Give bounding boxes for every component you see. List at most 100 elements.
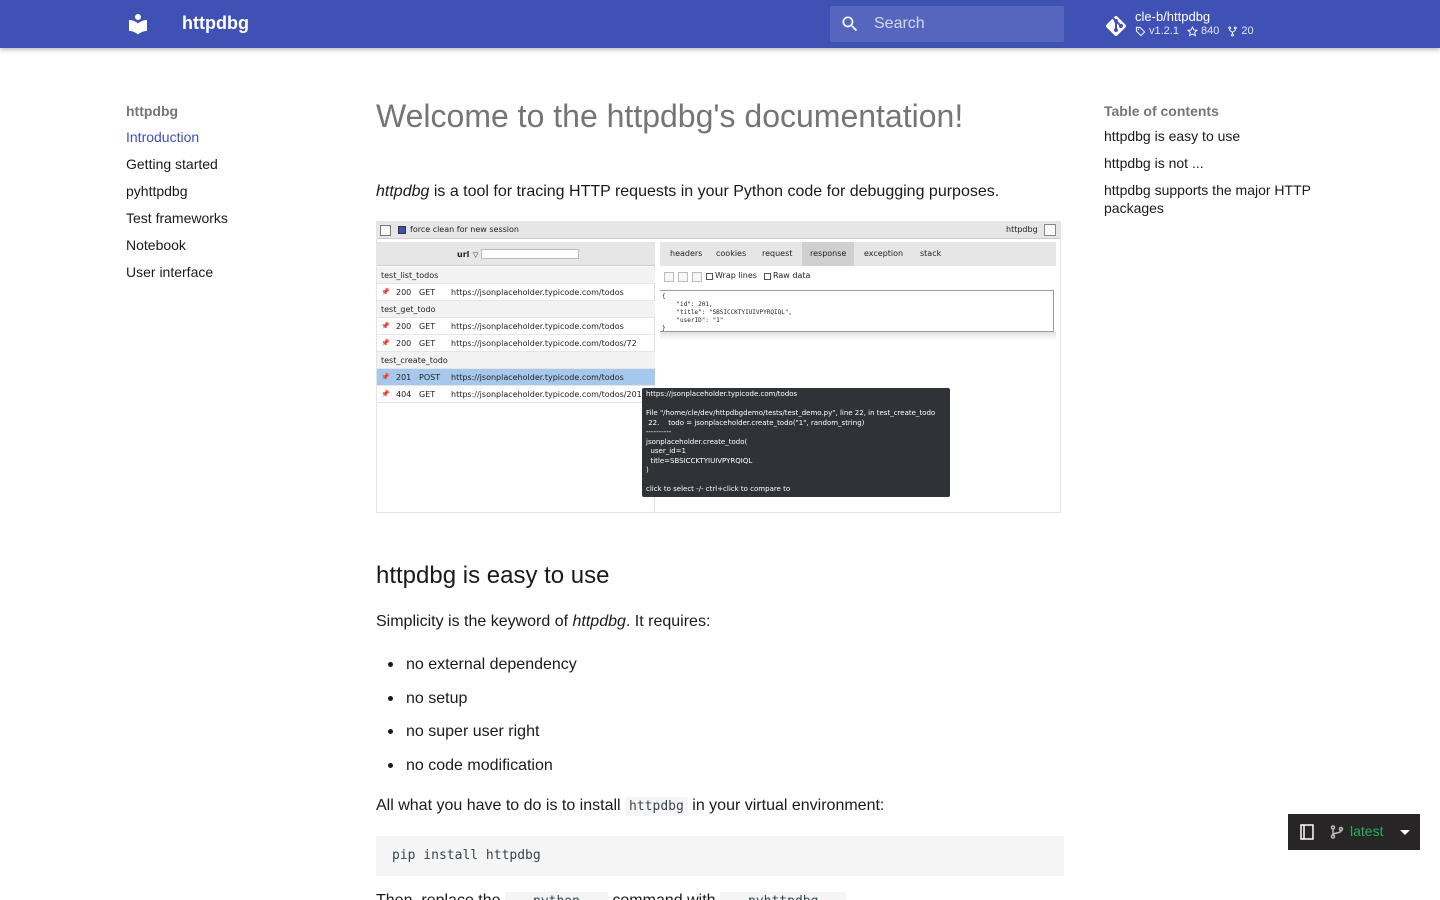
shot-topbar: force clean for new session httpdbg [377, 222, 1060, 239]
toc-item-easy-to-use[interactable]: httpdbg is easy to use [1104, 127, 1334, 145]
shot-tab-stack: stack [920, 249, 942, 258]
pin-icon: 📌 [381, 322, 390, 330]
shot-tab-request: request [762, 249, 793, 258]
section-heading-easy-to-use: httpdbg is easy to use [376, 562, 610, 589]
p2-post: in your virtual environment: [687, 797, 885, 814]
repo-stars-count: 840 [1200, 25, 1220, 37]
toc-item-is-not[interactable]: httpdbg is not ... [1104, 154, 1334, 172]
book-logo-icon[interactable] [126, 12, 150, 36]
caret-down-icon [1400, 830, 1410, 835]
httpdbg-ui-screenshot: force clean for new session httpdbg url … [376, 221, 1061, 513]
raw-data-label: Raw data [773, 271, 811, 280]
table-of-contents: Table of contents httpdbg is easy to use… [1104, 100, 1334, 226]
install-paragraph: All what you have to do is to install ht… [376, 797, 885, 816]
site-title[interactable]: httpdbg [182, 13, 249, 34]
group-name: test_create_todo [381, 356, 448, 365]
shot-detail-toolbar: Wrap lines Raw data [660, 267, 1056, 289]
request-url: https://jsonplaceholder.typicode.com/tod… [451, 339, 637, 348]
pin-icon: 📌 [381, 373, 390, 381]
intro-paragraph: httpdbg is a tool for tracing HTTP reque… [376, 183, 999, 201]
request-row: 📌 200 GET https://jsonplaceholder.typico… [377, 335, 655, 352]
intro-text: is a tool for tracing HTTP requests in y… [429, 183, 1000, 200]
repo-source-link[interactable]: cle-b/httpdbg v1.2.1 840 20 [1104, 8, 1304, 42]
request-status: 200 [396, 339, 412, 348]
shot-app-label: httpdbg [1006, 225, 1038, 234]
settings-icon [1044, 224, 1056, 236]
request-method: GET [419, 288, 436, 297]
simplicity-paragraph: Simplicity is the keyword of httpdbg. It… [376, 613, 710, 631]
pin-icon: 📌 [381, 339, 390, 347]
p3-pre: Then, replace the [376, 892, 505, 900]
url-column-label: url [457, 250, 470, 259]
request-method: GET [419, 390, 436, 399]
repo-stars: 840 [1186, 25, 1220, 37]
raw-data-checkbox [764, 273, 771, 280]
toc-item-supports-packages[interactable]: httpdbg supports the major HTTP packages [1104, 181, 1334, 217]
pin-icon: 📌 [381, 288, 390, 296]
search-icon [842, 16, 858, 32]
repo-name: cle-b/httpdbg [1135, 9, 1211, 24]
toc-title: Table of contents [1104, 103, 1219, 119]
shot-tab-response: response [802, 242, 855, 266]
request-status: 404 [396, 390, 412, 399]
request-row: 📌 200 GET https://jsonplaceholder.typico… [377, 318, 655, 335]
request-row: 📌 404 GET https://jsonplaceholder.typico… [377, 386, 655, 403]
fork-icon [1228, 25, 1237, 37]
trash-icon [380, 225, 391, 236]
request-row-selected: 📌 201 POST https://jsonplaceholder.typic… [377, 369, 655, 386]
top-header: httpdbg cle-b/httpdbg v1.2.1 840 20 [0, 0, 1440, 48]
nav-item-pyhttpdbg[interactable]: pyhttpdbg [126, 181, 346, 208]
nav-item-test-frameworks[interactable]: Test frameworks [126, 208, 346, 235]
inline-code: pyhttpdbg [719, 892, 847, 900]
detail-pane-shadow [660, 332, 1056, 340]
nav-item-notebook[interactable]: Notebook [126, 235, 346, 262]
git-icon [1106, 16, 1126, 36]
p1-em: httpdbg [572, 613, 626, 630]
repo-version: v1.2.1 [1135, 25, 1179, 37]
page-title: Welcome to the httpdbg's documentation! [376, 98, 964, 134]
list-item: no super user right [388, 723, 577, 757]
request-row: 📌 200 GET https://jsonplaceholder.typico… [377, 284, 655, 301]
search-input[interactable] [874, 6, 1060, 42]
copy-icon [692, 272, 702, 282]
group-row: test_get_todo [377, 301, 655, 318]
shot-detail-tabs: headers cookies request response excepti… [660, 242, 1056, 266]
shot-list-header: url ▽ [377, 242, 655, 266]
url-filter-box [481, 249, 579, 259]
git-branch-icon [1330, 825, 1344, 839]
version-flyout-badge[interactable]: latest [1288, 814, 1420, 850]
stack-tooltip: https://jsonplaceholder.typicode.com/tod… [642, 388, 950, 497]
p2-pre: All what you have to do is to install [376, 797, 626, 814]
checkbox-checked-icon [398, 226, 406, 234]
requirements-list: no external dependency no setup no super… [388, 656, 577, 790]
code-text: pip install httpdbg [392, 848, 541, 863]
request-method: GET [419, 339, 436, 348]
shot-tab-cookies: cookies [716, 249, 747, 258]
group-row: test_list_todos [377, 267, 655, 284]
filter-icon: ▽ [473, 251, 479, 259]
replace-paragraph: Then, replace the python command with py… [376, 892, 847, 900]
install-code-block[interactable]: pip install httpdbg [376, 836, 1064, 876]
book-icon [1300, 824, 1314, 840]
request-method: GET [419, 322, 436, 331]
group-name: test_get_todo [381, 305, 436, 314]
tag-icon [1135, 26, 1146, 36]
search-box[interactable] [830, 6, 1064, 42]
wrap-lines-label: Wrap lines [715, 271, 757, 280]
repo-version-text: v1.2.1 [1149, 25, 1179, 37]
wrap-lines-checkbox [706, 273, 713, 280]
force-clean-label: force clean for new session [410, 225, 519, 234]
intro-em: httpdbg [376, 183, 430, 200]
request-status: 201 [396, 373, 412, 382]
nav-item-introduction[interactable]: Introduction [126, 127, 346, 154]
p3-mid: command with [608, 892, 720, 900]
download-icon [664, 272, 674, 282]
nav-item-getting-started[interactable]: Getting started [126, 154, 346, 181]
repo-facts: v1.2.1 840 20 [1135, 25, 1254, 37]
request-status: 200 [396, 322, 412, 331]
nav-item-user-interface[interactable]: User interface [126, 262, 346, 289]
inline-code: httpdbg [625, 797, 688, 816]
version-label: latest [1350, 823, 1384, 839]
p1-post: . It requires: [625, 613, 711, 630]
star-icon [1186, 25, 1198, 37]
